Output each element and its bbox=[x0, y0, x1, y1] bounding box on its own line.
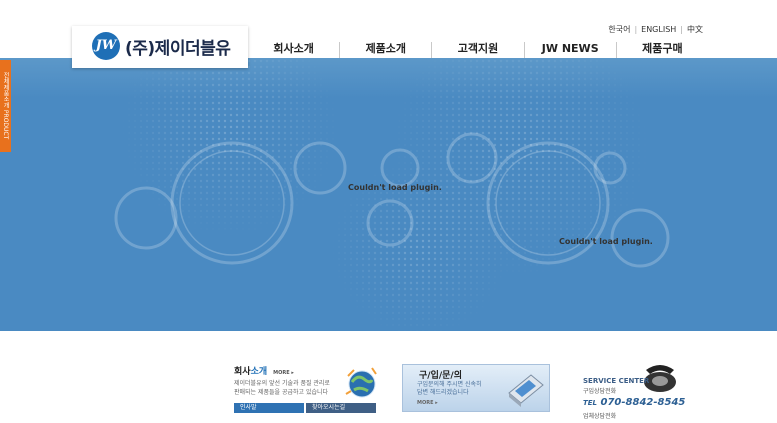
company-intro-title-prefix: 회사 bbox=[234, 367, 251, 377]
service-center-sub: 구입상담전화 bbox=[583, 388, 617, 395]
lang-chinese[interactable]: 中文 bbox=[687, 25, 703, 34]
main-nav: 회사소개 제품소개 고객지원 JW NEWS 제품구매 bbox=[248, 42, 708, 58]
hero-banner: Couldn't load plugin. Couldn't load plug… bbox=[0, 58, 777, 331]
company-name: (주)제이더블유 bbox=[125, 39, 231, 59]
lang-korean[interactable]: 한국어 bbox=[608, 25, 630, 34]
nav-company[interactable]: 회사소개 bbox=[248, 42, 341, 58]
company-intro-title: 회사소개 MORE ▸ bbox=[234, 364, 294, 377]
nav-support[interactable]: 고객지원 bbox=[432, 42, 525, 58]
company-intro-title-accent: 소개 bbox=[250, 367, 268, 377]
lang-divider: | bbox=[634, 25, 638, 34]
logo-mark-icon: JW bbox=[92, 32, 120, 60]
inquiry-more-link[interactable]: MORE ▸ bbox=[417, 400, 438, 406]
logo[interactable]: JW (주)제이더블유 bbox=[72, 26, 248, 68]
service-sub: 업체상담전화 bbox=[583, 413, 617, 420]
inquiry-title: 구/입/문/의 bbox=[419, 371, 462, 381]
desc-line: 답변 해드리겠습니다 bbox=[417, 389, 469, 396]
tel-prefix: TEL bbox=[583, 399, 598, 407]
globe-icon bbox=[345, 367, 377, 398]
hero-decoration bbox=[100, 58, 680, 331]
plugin-error-message: Couldn't load plugin. bbox=[559, 237, 653, 246]
service-phone[interactable]: TEL 070-8842-8545 bbox=[583, 397, 685, 408]
tel-number: 070-8842-8545 bbox=[600, 397, 686, 408]
desc-line: 구입문의해 주시면 신속히 bbox=[417, 381, 482, 388]
greeting-button[interactable]: 인사말 bbox=[234, 403, 304, 413]
inquiry-panel[interactable]: 구/입/문/의 구입문의해 주시면 신속히 답변 해드리겠습니다 MORE ▸ bbox=[402, 364, 550, 412]
keyboard-icon bbox=[508, 374, 544, 407]
company-intro-desc: 제이더블유의 앞선 기술과 품질 관리로 판매되는 제품들을 공급하고 있습니다 bbox=[234, 379, 330, 397]
inquiry-desc: 구입문의해 주시면 신속히 답변 해드리겠습니다 bbox=[417, 381, 482, 397]
desc-line: 제이더블유의 앞선 기술과 품질 관리로 bbox=[234, 380, 330, 387]
side-tab-products[interactable]: 전체제품소개 PRODUCT bbox=[0, 60, 11, 152]
plugin-error-message: Couldn't load plugin. bbox=[348, 183, 442, 192]
lang-english[interactable]: ENGLISH bbox=[641, 25, 676, 34]
nav-products[interactable]: 제품소개 bbox=[340, 42, 433, 58]
directions-button[interactable]: 찾아오시는길 bbox=[306, 403, 376, 413]
language-selector: 한국어 | ENGLISH | 中文 bbox=[608, 24, 703, 35]
company-intro-more-link[interactable]: MORE ▸ bbox=[273, 370, 294, 376]
lang-divider: | bbox=[680, 25, 683, 34]
nav-purchase[interactable]: 제품구매 bbox=[617, 42, 708, 58]
service-center-label: SERVICE CENTER bbox=[583, 377, 650, 385]
nav-news[interactable]: JW NEWS bbox=[525, 42, 617, 58]
desc-line: 판매되는 제품들을 공급하고 있습니다 bbox=[234, 389, 329, 396]
